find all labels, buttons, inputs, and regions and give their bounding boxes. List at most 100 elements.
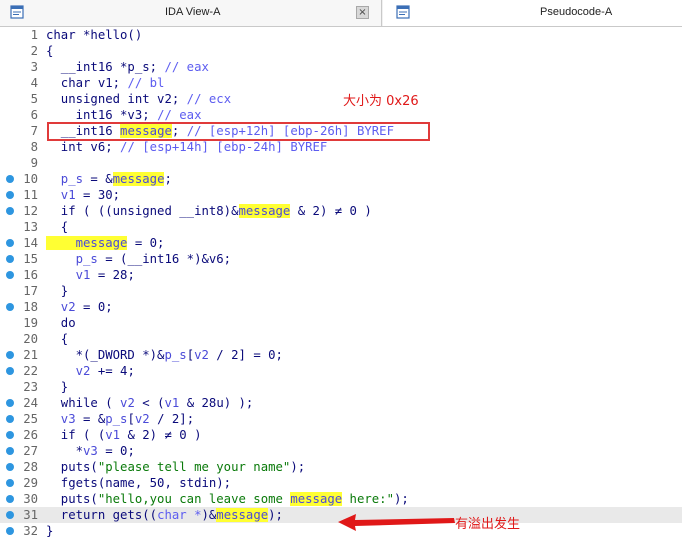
code-token: {	[46, 44, 54, 58]
code-token: puts(	[46, 492, 98, 506]
line-number: 8	[30, 140, 38, 154]
tab-ida-view[interactable]: IDA View-A ×	[0, 0, 382, 26]
code-line[interactable]: 27 *v3 = 0;	[0, 443, 682, 459]
code-line[interactable]: 31 return gets((char *)&message);	[0, 507, 682, 523]
code-line[interactable]: 14 message = 0;	[0, 235, 682, 251]
code-line[interactable]: 2{	[0, 43, 682, 59]
breakpoint-dot-icon[interactable]	[6, 399, 14, 407]
breakpoint-dot-icon[interactable]	[6, 415, 14, 423]
code-token: "please tell me your name"	[97, 460, 291, 474]
line-number: 6	[30, 108, 38, 122]
code-line[interactable]: 20 {	[0, 331, 682, 347]
code-token: if ( (	[46, 428, 106, 442]
code-line[interactable]: 18 v2 = 0;	[0, 299, 682, 315]
code-token: int v6;	[46, 140, 121, 154]
code-token: *	[46, 444, 84, 458]
code-line[interactable]: 6 int16 *v3; // eax	[0, 107, 682, 123]
line-number: 15	[23, 252, 38, 266]
code-token: v1	[46, 188, 76, 202]
code-token: = 30;	[75, 188, 121, 202]
close-icon[interactable]: ×	[356, 6, 369, 19]
code-line[interactable]: 26 if ( (v1 & 2) ≠ 0 )	[0, 427, 682, 443]
code-line[interactable]: 15 p_s = (__int16 *)&v6;	[0, 251, 682, 267]
code-text: v3 = &p_s[v2 / 2];	[46, 411, 194, 427]
code-line[interactable]: 21 *(_DWORD *)&p_s[v2 / 2] = 0;	[0, 347, 682, 363]
breakpoint-dot-icon[interactable]	[6, 367, 14, 375]
breakpoint-dot-icon[interactable]	[6, 479, 14, 487]
tab-bar: IDA View-A × Pseudocode-A	[0, 0, 682, 27]
code-text: if ( (v1 & 2) ≠ 0 )	[46, 427, 202, 443]
code-token: }	[46, 380, 69, 394]
code-text: v2 = 0;	[46, 299, 113, 315]
code-token: char v1;	[46, 76, 128, 90]
code-line[interactable]: 3 __int16 *p_s; // eax	[0, 59, 682, 75]
code-line[interactable]: 12 if ( ((unsigned __int8)&message & 2) …	[0, 203, 682, 219]
code-line[interactable]: 5 unsigned int v2; // ecx	[0, 91, 682, 107]
code-text: v2 += 4;	[46, 363, 135, 379]
breakpoint-dot-icon[interactable]	[6, 239, 14, 247]
breakpoint-dot-icon[interactable]	[6, 175, 14, 183]
highlighted-token: message	[112, 172, 165, 186]
code-line[interactable]: 11 v1 = 30;	[0, 187, 682, 203]
tab-pseudocode-label: Pseudocode-A	[540, 6, 613, 18]
code-line[interactable]: 24 while ( v2 < (v1 & 28u) );	[0, 395, 682, 411]
code-token: "hello,you can leave some	[97, 492, 291, 506]
code-line[interactable]: 13 {	[0, 219, 682, 235]
code-text: if ( ((unsigned __int8)&message & 2) ≠ 0…	[46, 203, 372, 219]
line-number: 20	[23, 332, 38, 346]
code-line[interactable]: 9	[0, 155, 682, 171]
code-token: v2	[194, 348, 209, 362]
code-text: puts("please tell me your name");	[46, 459, 305, 475]
breakpoint-dot-icon[interactable]	[6, 207, 14, 215]
breakpoint-dot-icon[interactable]	[6, 303, 14, 311]
code-token: v3	[83, 444, 98, 458]
breakpoint-dot-icon[interactable]	[6, 431, 14, 439]
code-token: v2	[46, 300, 76, 314]
code-token: // eax	[164, 60, 209, 74]
code-line[interactable]: 23 }	[0, 379, 682, 395]
code-text: *(_DWORD *)&p_s[v2 / 2] = 0;	[46, 347, 283, 363]
code-line[interactable]: 8 int v6; // [esp+14h] [ebp-24h] BYREF	[0, 139, 682, 155]
code-token: / 2] = 0;	[208, 348, 283, 362]
code-line[interactable]: 22 v2 += 4;	[0, 363, 682, 379]
code-line[interactable]: 29 fgets(name, 50, stdin);	[0, 475, 682, 491]
code-token: );	[393, 492, 409, 506]
line-number: 22	[23, 364, 38, 378]
code-token: int16 *v3;	[46, 108, 158, 122]
breakpoint-dot-icon[interactable]	[6, 255, 14, 263]
code-token: // bl	[127, 76, 165, 90]
code-line[interactable]: 10 p_s = &message;	[0, 171, 682, 187]
code-line[interactable]: 17 }	[0, 283, 682, 299]
code-token: // [esp+14h] [ebp-24h] BYREF	[120, 140, 328, 154]
code-line[interactable]: 30 puts("hello,you can leave some messag…	[0, 491, 682, 507]
breakpoint-dot-icon[interactable]	[6, 191, 14, 199]
code-text: return gets((char *)&message);	[46, 507, 283, 523]
code-token: v2	[46, 364, 91, 378]
code-line[interactable]: 19 do	[0, 315, 682, 331]
message-variable-highlight-box	[47, 122, 430, 141]
code-token: char *	[157, 508, 202, 522]
code-token: }	[46, 284, 69, 298]
code-line[interactable]: 1 char *hello()	[0, 27, 682, 43]
code-line[interactable]: 16 v1 = 28;	[0, 267, 682, 283]
code-line[interactable]: 32}	[0, 523, 682, 539]
code-text: while ( v2 < (v1 & 28u) );	[46, 395, 254, 411]
breakpoint-dot-icon[interactable]	[6, 511, 14, 519]
code-text: p_s = &message;	[46, 171, 172, 187]
code-token: *(_DWORD *)&	[46, 348, 165, 362]
code-line[interactable]: 25 v3 = &p_s[v2 / 2];	[0, 411, 682, 427]
code-text: __int16 *p_s; // eax	[46, 59, 209, 75]
code-token: v3	[46, 412, 76, 426]
code-line[interactable]: 4 char v1; // bl	[0, 75, 682, 91]
code-token: [	[127, 412, 135, 426]
pseudocode-view-icon	[396, 5, 410, 19]
breakpoint-dot-icon[interactable]	[6, 271, 14, 279]
breakpoint-dot-icon[interactable]	[6, 495, 14, 503]
line-number: 30	[23, 492, 38, 506]
tab-pseudocode[interactable]: Pseudocode-A	[383, 0, 682, 26]
breakpoint-dot-icon[interactable]	[6, 447, 14, 455]
breakpoint-dot-icon[interactable]	[6, 351, 14, 359]
breakpoint-dot-icon[interactable]	[6, 463, 14, 471]
code-line[interactable]: 28 puts("please tell me your name");	[0, 459, 682, 475]
breakpoint-dot-icon[interactable]	[6, 527, 14, 535]
